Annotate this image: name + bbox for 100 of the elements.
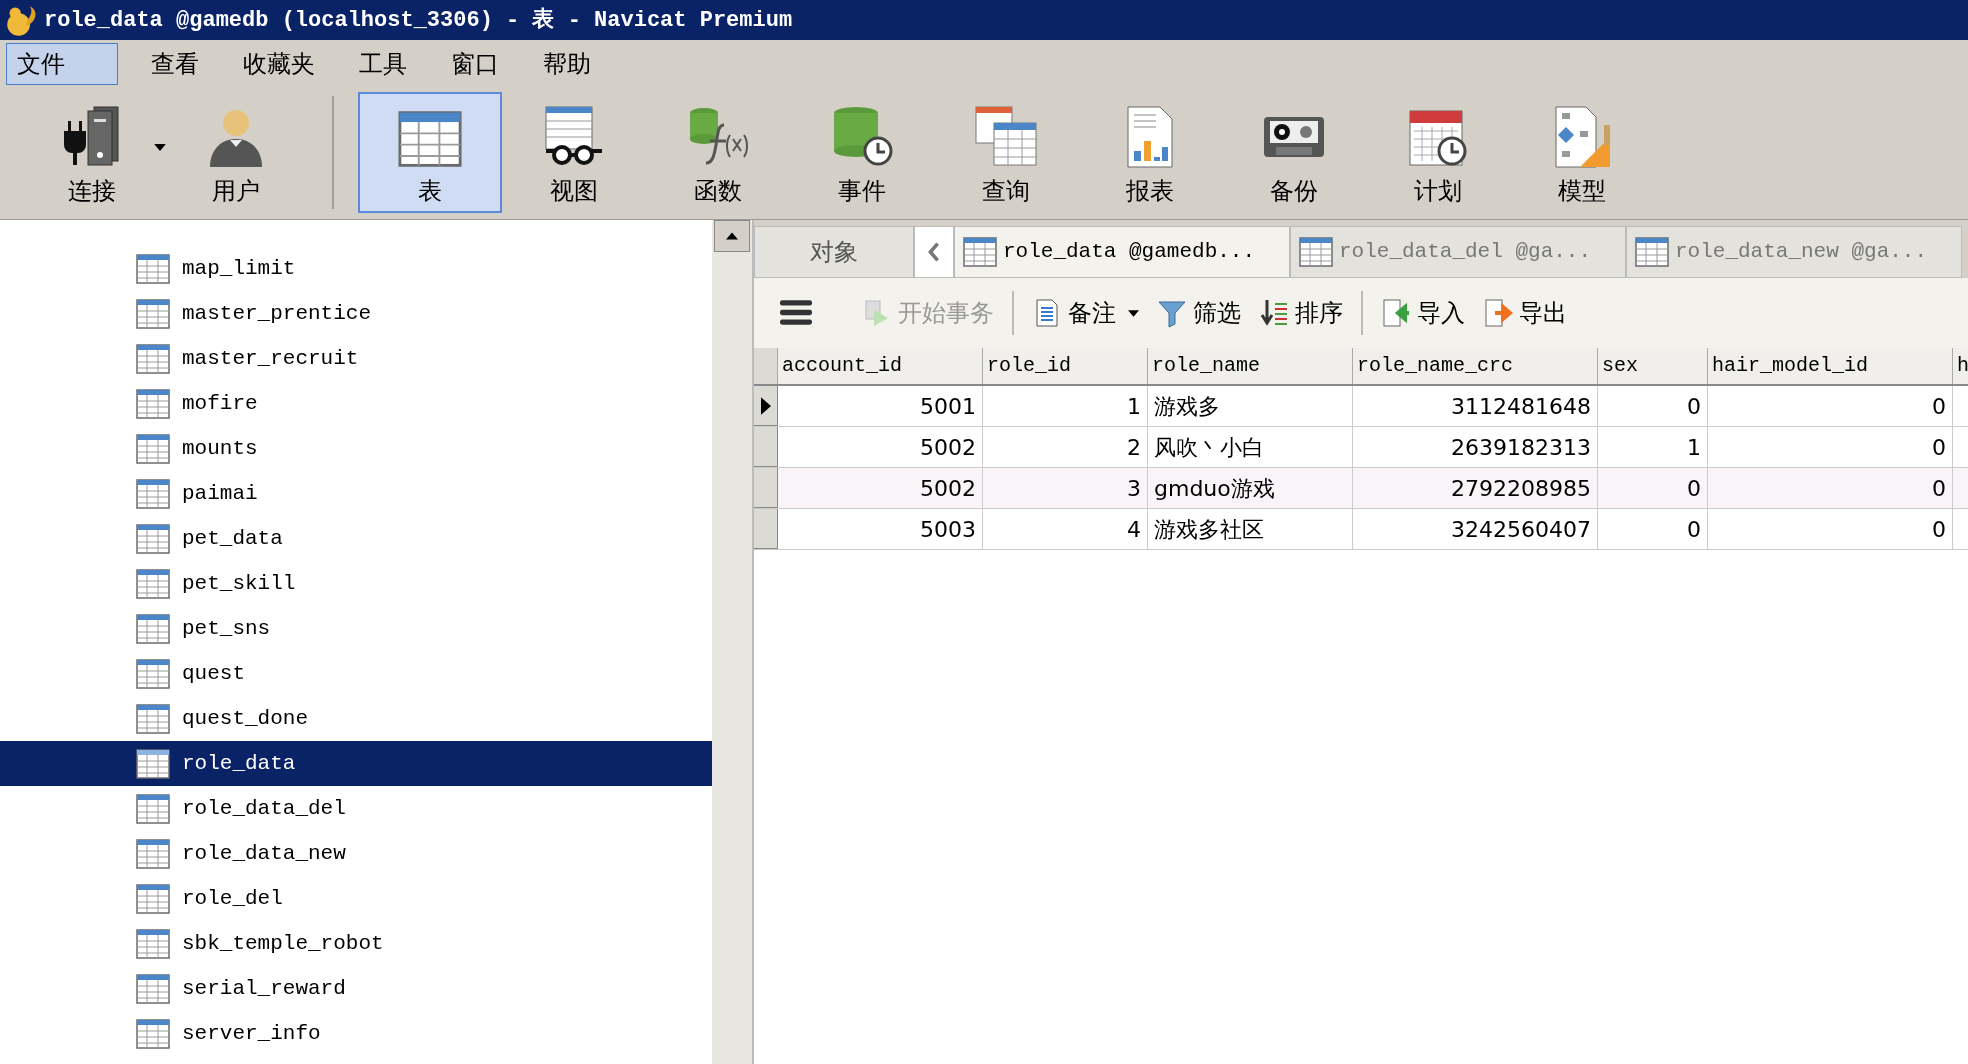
table-icon — [1299, 237, 1333, 267]
document-tab[interactable]: role_data_del @ga... — [1290, 226, 1626, 278]
sort-icon — [1259, 298, 1289, 328]
table-cell: 0 — [1598, 386, 1708, 426]
toolbar-button[interactable]: 报表 — [1078, 92, 1222, 213]
tree-item[interactable]: role_data — [0, 741, 712, 786]
table-cell: 5001 — [778, 386, 983, 426]
tree-item[interactable]: map_limit — [0, 246, 712, 291]
tree-item[interactable]: master_prentice — [0, 291, 712, 336]
document-tab[interactable]: role_data_new @ga... — [1626, 226, 1962, 278]
tree-item[interactable]: pet_skill — [0, 561, 712, 606]
table-cell: 风吹丶小白 — [1148, 427, 1353, 467]
table-icon — [398, 109, 462, 169]
table-icon — [136, 838, 170, 869]
tree-item[interactable]: master_recruit — [0, 336, 712, 381]
table-icon — [136, 568, 170, 599]
tree-item[interactable]: mounts — [0, 426, 712, 471]
toolbar-button[interactable]: 函数 — [646, 92, 790, 213]
window-title: role_data @gamedb (localhost_3306) - 表 - Navicat Premium — [44, 6, 793, 35]
table-icon — [136, 253, 170, 284]
table-icon — [136, 523, 170, 554]
scrollbar[interactable] — [712, 220, 752, 1064]
table-icon — [136, 793, 170, 824]
toolbar-button[interactable]: 连接 — [20, 92, 164, 213]
menu-item[interactable]: 工具 — [348, 43, 418, 85]
toolbar-button[interactable]: 查询 — [934, 92, 1078, 213]
table-icon — [136, 928, 170, 959]
table-cell: 1 — [983, 386, 1148, 426]
table-cell: 0 — [1708, 386, 1953, 426]
column-header[interactable]: hair_model_id — [1708, 348, 1953, 384]
document-tab[interactable]: role_data @gamedb... — [954, 226, 1290, 278]
toolbar-button[interactable]: 视图 — [502, 92, 646, 213]
table-cell: 0 — [1708, 468, 1953, 508]
menu-item[interactable]: 窗口 — [440, 43, 510, 85]
table-icon — [136, 298, 170, 329]
table-icon — [136, 1018, 170, 1049]
table-icon — [136, 613, 170, 644]
data-toolbar-button[interactable]: 筛选 — [1157, 295, 1241, 331]
table-icon — [136, 703, 170, 734]
tree-item[interactable]: serial_reward — [0, 966, 712, 1011]
table-icon — [136, 883, 170, 914]
column-header[interactable]: role_id — [983, 348, 1148, 384]
toolbar-button[interactable]: 表 — [358, 92, 502, 213]
scroll-up-button[interactable] — [714, 220, 750, 252]
table-icon — [1635, 237, 1669, 267]
tree-item[interactable]: pet_data — [0, 516, 712, 561]
table-icon — [136, 388, 170, 419]
tree-item[interactable]: quest_done — [0, 696, 712, 741]
table-cell: 0 — [1598, 509, 1708, 549]
current-row-icon — [760, 396, 771, 415]
menu-icon — [780, 300, 812, 326]
data-toolbar-button[interactable]: 排序 — [1259, 295, 1343, 331]
tree-item[interactable]: quest — [0, 651, 712, 696]
toolbar-button[interactable]: 模型 — [1510, 92, 1654, 213]
table-cell: 游戏多 — [1148, 386, 1353, 426]
table-cell: 4 — [983, 509, 1148, 549]
chevron-left-icon — [928, 242, 940, 262]
menu-item[interactable]: 文件 — [6, 43, 118, 85]
toolbar-button[interactable]: 计划 — [1366, 92, 1510, 213]
filter-icon — [1157, 298, 1187, 328]
table-cell: 5002 — [778, 427, 983, 467]
table-cell: 3112481648 — [1353, 386, 1598, 426]
table-icon — [136, 658, 170, 689]
table-cell: 0 — [1708, 509, 1953, 549]
objects-tab[interactable]: 对象 — [754, 226, 914, 278]
column-header[interactable]: sex — [1598, 348, 1708, 384]
table-icon — [136, 748, 170, 779]
tree-item[interactable]: role_data_del — [0, 786, 712, 831]
data-toolbar-button[interactable]: 导出 — [1483, 295, 1567, 331]
column-header[interactable]: role_name_crc — [1353, 348, 1598, 384]
toolbar-button[interactable]: 备份 — [1222, 92, 1366, 213]
import-icon — [1381, 298, 1411, 328]
toolbar-button[interactable]: 用户 — [164, 92, 308, 213]
table-icon — [963, 237, 997, 267]
tree-item[interactable]: sbk_temple_robot — [0, 921, 712, 966]
tree-item[interactable]: role_del — [0, 876, 712, 921]
menu-item[interactable]: 帮助 — [532, 43, 602, 85]
table-icon — [136, 433, 170, 464]
table-cell: 3 — [983, 468, 1148, 508]
menu-item[interactable]: 收藏夹 — [232, 43, 326, 85]
column-header[interactable]: role_name — [1148, 348, 1353, 384]
tree-item[interactable]: role_data_new — [0, 831, 712, 876]
table-cell: 5002 — [778, 468, 983, 508]
menu-item[interactable]: 查看 — [140, 43, 210, 85]
data-toolbar-button[interactable]: 备注 — [1032, 295, 1139, 331]
caret-icon — [1128, 309, 1139, 317]
toolbar-button[interactable]: 事件 — [790, 92, 934, 213]
row-header[interactable] — [754, 386, 778, 426]
tree-item[interactable]: paimai — [0, 471, 712, 516]
up-arrow-icon — [726, 232, 738, 240]
column-header[interactable]: h — [1953, 348, 1968, 384]
tree-item[interactable]: mofire — [0, 381, 712, 426]
column-header[interactable]: account_id — [778, 348, 983, 384]
tree-item[interactable]: server_info — [0, 1011, 712, 1056]
table-cell: 0 — [1708, 427, 1953, 467]
tab-back-button[interactable] — [914, 226, 954, 278]
table-cell: 2792208985 — [1353, 468, 1598, 508]
tree-item[interactable]: pet_sns — [0, 606, 712, 651]
data-toolbar-button[interactable]: 导入 — [1381, 295, 1465, 331]
menu-button[interactable] — [780, 298, 814, 328]
